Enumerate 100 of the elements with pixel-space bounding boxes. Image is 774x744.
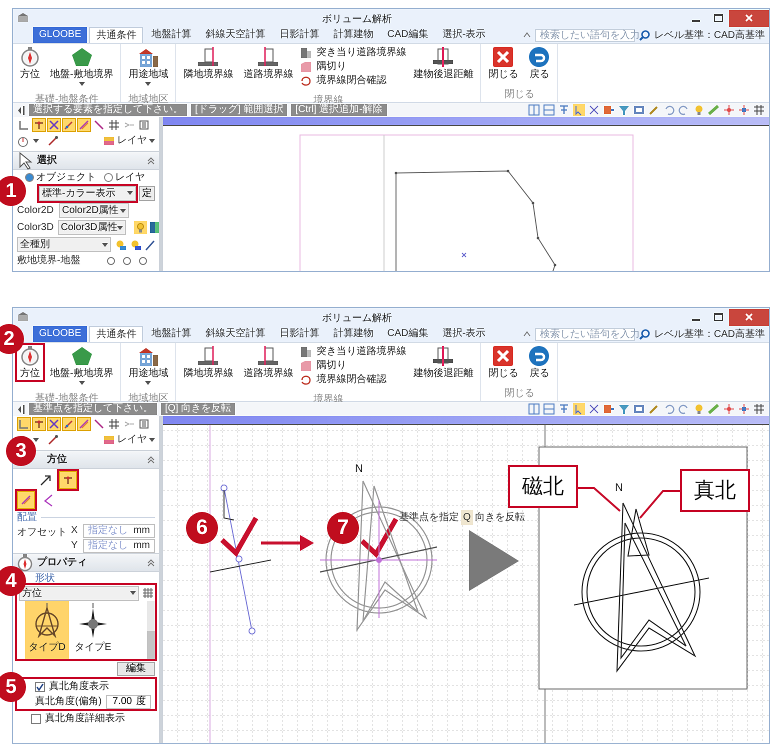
field-label: Color3D — [17, 221, 54, 235]
ribbon-button[interactable]: 用途地域 — [125, 345, 172, 385]
compass-icon — [17, 134, 29, 146]
snap-tool-button[interactable] — [137, 118, 151, 132]
group-label: 閉じる — [504, 388, 534, 399]
snap-tool-button[interactable] — [32, 417, 46, 431]
cross-mark — [462, 252, 466, 258]
group-label: 基礎-地盤条件 — [35, 94, 98, 105]
close-button[interactable] — [729, 10, 769, 26]
snap-tool-button[interactable] — [47, 118, 61, 132]
crosshair-icon — [738, 104, 750, 116]
cross-icon — [49, 120, 59, 130]
caret-icon — [33, 138, 39, 142]
table-icon — [753, 403, 765, 415]
close-icon — [492, 46, 514, 68]
ribbon-button[interactable]: 隣地境界線 — [180, 345, 236, 380]
tab[interactable]: 斜線天空計算 — [199, 27, 272, 43]
snap-tool-button[interactable] — [32, 118, 46, 132]
check-icon — [36, 682, 44, 690]
section-label: 形状 — [35, 573, 55, 584]
prompt-label: [Q] 向きを反転 — [161, 403, 236, 415]
tab[interactable]: 計算建物 — [327, 326, 380, 342]
ribbon-button[interactable]: 境界線閉合確認 — [300, 74, 406, 87]
dash-icon — [124, 120, 134, 130]
ribbon-button[interactable]: 隅切り — [300, 60, 406, 73]
scrollbar[interactable] — [147, 601, 155, 659]
input-field[interactable]: 7.00 度 — [106, 694, 151, 708]
ribbon-button[interactable]: 閉じる — [485, 345, 522, 380]
tab[interactable]: 共通条件 — [89, 27, 144, 43]
ruler-icon — [139, 419, 149, 429]
arrow-icon — [39, 473, 53, 487]
layer-button[interactable]: レイヤ — [103, 133, 155, 148]
ribbon-button[interactable]: 戻る — [525, 46, 554, 81]
tab[interactable]: CAD編集 — [381, 27, 434, 43]
tab[interactable]: 選択-表示 — [436, 326, 492, 342]
tab[interactable]: 地盤計算 — [145, 27, 198, 43]
snap-tool-button[interactable] — [92, 417, 106, 431]
ribbon-button[interactable]: 閉じる — [485, 46, 522, 81]
panel-toggle-icon — [17, 404, 25, 414]
search-icon — [638, 30, 650, 40]
input-field[interactable]: 指定なし mm — [83, 524, 155, 538]
dropdown[interactable]: Color3D属性 — [58, 220, 126, 235]
tab[interactable]: 斜線天空計算 — [199, 326, 272, 342]
snap-tool-button[interactable] — [92, 118, 106, 132]
check-mark — [360, 518, 398, 558]
ribbon-button[interactable]: 建物後退距離 — [410, 345, 476, 380]
search-icon — [638, 328, 650, 340]
crosshair-icon — [723, 104, 735, 116]
ribbon-button[interactable]: 戻る — [525, 345, 554, 380]
check-mark — [220, 516, 258, 557]
radio-button[interactable] — [104, 172, 113, 182]
caret-icon — [145, 82, 152, 86]
leader-line — [639, 490, 680, 519]
ribbon-button[interactable]: 隅切り — [300, 359, 406, 372]
tab[interactable]: CAD編集 — [381, 326, 434, 342]
radio-button[interactable] — [25, 172, 34, 182]
ribbon-button[interactable]: 道路境界線 — [240, 345, 296, 380]
ribbon-button[interactable]: 地盤-敷地境界 — [47, 46, 116, 86]
tab[interactable]: 計算建物 — [327, 27, 380, 43]
ribbon-button[interactable]: 方位 — [17, 46, 43, 81]
ribbon-button[interactable]: 突き当り道路境界線 — [300, 46, 406, 59]
ribbon-button[interactable]: 地盤-敷地境界 — [47, 345, 116, 385]
snap-tool-button[interactable] — [107, 118, 121, 132]
ribbon-button[interactable]: 建物後退距離 — [410, 46, 476, 81]
collapse-icon — [522, 32, 531, 38]
tab[interactable]: 選択-表示 — [436, 27, 492, 43]
checkbox[interactable] — [35, 682, 45, 692]
close-button[interactable] — [729, 308, 769, 326]
tab[interactable]: GLOOBE — [33, 326, 88, 342]
tab[interactable]: 地盤計算 — [145, 326, 198, 342]
dropdown[interactable]: 標準-カラー表示 — [39, 186, 136, 200]
input-field[interactable]: 指定なし mm — [83, 538, 155, 552]
ribbon-button[interactable]: 突き当り道路境界線 — [300, 345, 406, 358]
tab[interactable]: 共通条件 — [89, 326, 144, 342]
panel-header: 選択 — [13, 151, 159, 170]
play-triangle — [469, 530, 519, 591]
tab[interactable]: GLOOBE — [33, 27, 88, 43]
ribbon-button[interactable]: 用途地域 — [125, 46, 172, 86]
settings-button[interactable]: 定 — [139, 186, 155, 200]
snap-tool-button[interactable] — [47, 417, 61, 431]
tab[interactable]: 日影計算 — [273, 27, 326, 43]
dropdown[interactable]: Color2D属性 — [59, 203, 129, 218]
move-icon — [588, 104, 600, 116]
dropdown[interactable]: 全種別 — [17, 237, 111, 252]
type-tile[interactable]: タイプD — [25, 601, 69, 659]
app-icon — [17, 13, 29, 23]
ribbon-button[interactable]: 道路境界線 — [240, 46, 296, 81]
ribbon-button[interactable]: 隣地境界線 — [180, 46, 236, 81]
layer-button[interactable]: レイヤ — [103, 432, 155, 447]
snap-tool-button[interactable] — [17, 118, 31, 132]
edit-button[interactable]: 編集 — [117, 662, 155, 676]
snap-tool-button[interactable] — [137, 417, 151, 431]
prompt-label: 基準点を指定して下さい。 — [29, 403, 157, 415]
tab[interactable]: 日影計算 — [273, 326, 326, 342]
type-label: タイプE — [74, 640, 112, 655]
checkbox[interactable] — [31, 714, 41, 724]
snap-tool-button[interactable] — [107, 417, 121, 431]
caret-icon — [127, 191, 133, 195]
ribbon-button[interactable]: 境界線閉合確認 — [300, 373, 406, 386]
bulb-icon — [115, 238, 126, 250]
